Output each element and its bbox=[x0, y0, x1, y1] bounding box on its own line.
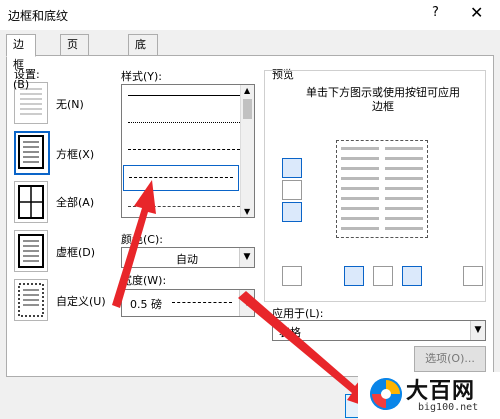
right-border-icon[interactable] bbox=[402, 266, 422, 286]
tab-borders[interactable]: 边框(B) bbox=[6, 34, 37, 91]
chevron-down-icon[interactable]: ▼ bbox=[470, 321, 485, 340]
scroll-thumb[interactable] bbox=[243, 99, 252, 119]
tab-shading[interactable]: 底纹(S) bbox=[128, 34, 158, 91]
options-button[interactable]: 选项(O)... bbox=[414, 346, 486, 372]
window-title: 边框和底纹 bbox=[8, 9, 69, 23]
chevron-down-icon[interactable]: ▼ bbox=[239, 248, 254, 267]
line-style-list[interactable]: ▲ ▼ bbox=[121, 84, 255, 218]
preview-diagram[interactable] bbox=[336, 140, 428, 238]
top-border-icon[interactable] bbox=[282, 158, 302, 178]
inside-vertical-border-icon[interactable] bbox=[373, 266, 393, 286]
title-bar: 边框和底纹 ? ✕ bbox=[0, 0, 500, 30]
watermark-title: 大百网 bbox=[406, 379, 476, 404]
inside-horizontal-border-icon[interactable] bbox=[282, 180, 302, 200]
width-value: 0.5 磅 bbox=[130, 298, 162, 311]
diagonal-down-border-icon[interactable] bbox=[282, 266, 302, 286]
help-button[interactable]: ? bbox=[432, 5, 439, 20]
setting-none-label[interactable]: 无(N) bbox=[56, 96, 84, 112]
close-button[interactable]: ✕ bbox=[470, 3, 483, 22]
color-heading: 颜色(C): bbox=[121, 233, 163, 246]
watermark: 大百网 big100.net bbox=[358, 372, 500, 419]
watermark-url: big100.net bbox=[418, 402, 479, 413]
apply-to-heading: 应用于(L): bbox=[272, 307, 324, 320]
bottom-border-icon[interactable] bbox=[282, 202, 302, 222]
color-select[interactable]: 自动 ▼ bbox=[121, 247, 255, 268]
style-heading: 样式(Y): bbox=[121, 70, 163, 83]
width-heading: 宽度(W): bbox=[121, 274, 167, 287]
line-style-dotted[interactable] bbox=[128, 122, 240, 123]
scroll-up-icon[interactable]: ▲ bbox=[244, 86, 250, 95]
line-style-dash-dot[interactable] bbox=[128, 206, 240, 207]
logo-icon bbox=[370, 378, 402, 410]
setting-all-icon[interactable] bbox=[14, 181, 48, 223]
line-style-solid[interactable] bbox=[128, 95, 240, 96]
width-select[interactable]: 0.5 磅 ▼ bbox=[121, 289, 255, 317]
apply-to-value: 表格 bbox=[279, 326, 301, 339]
color-value: 自动 bbox=[176, 253, 198, 266]
setting-custom-icon[interactable] bbox=[14, 279, 48, 321]
setting-grid-icon[interactable] bbox=[14, 230, 48, 272]
setting-box-icon[interactable] bbox=[14, 131, 50, 175]
preview-hint: 单击下方图示或使用按钮可应用边框 bbox=[306, 86, 460, 113]
setting-all-label[interactable]: 全部(A) bbox=[56, 194, 94, 210]
line-style-dashed[interactable] bbox=[128, 149, 240, 150]
line-style-selected[interactable] bbox=[123, 165, 239, 191]
scroll-down-icon[interactable]: ▼ bbox=[244, 207, 250, 216]
chevron-down-icon[interactable]: ▼ bbox=[239, 290, 254, 316]
tab-page-border[interactable]: 页面边框(P) bbox=[60, 34, 90, 131]
left-border-icon[interactable] bbox=[344, 266, 364, 286]
diagonal-up-border-icon[interactable] bbox=[463, 266, 483, 286]
setting-grid-label[interactable]: 虚框(D) bbox=[56, 244, 95, 260]
setting-box-label[interactable]: 方框(X) bbox=[56, 146, 94, 162]
apply-to-select[interactable]: 表格 ▼ bbox=[272, 320, 486, 341]
style-scrollbar[interactable]: ▲ ▼ bbox=[240, 85, 254, 217]
setting-custom-label[interactable]: 自定义(U) bbox=[56, 293, 106, 309]
